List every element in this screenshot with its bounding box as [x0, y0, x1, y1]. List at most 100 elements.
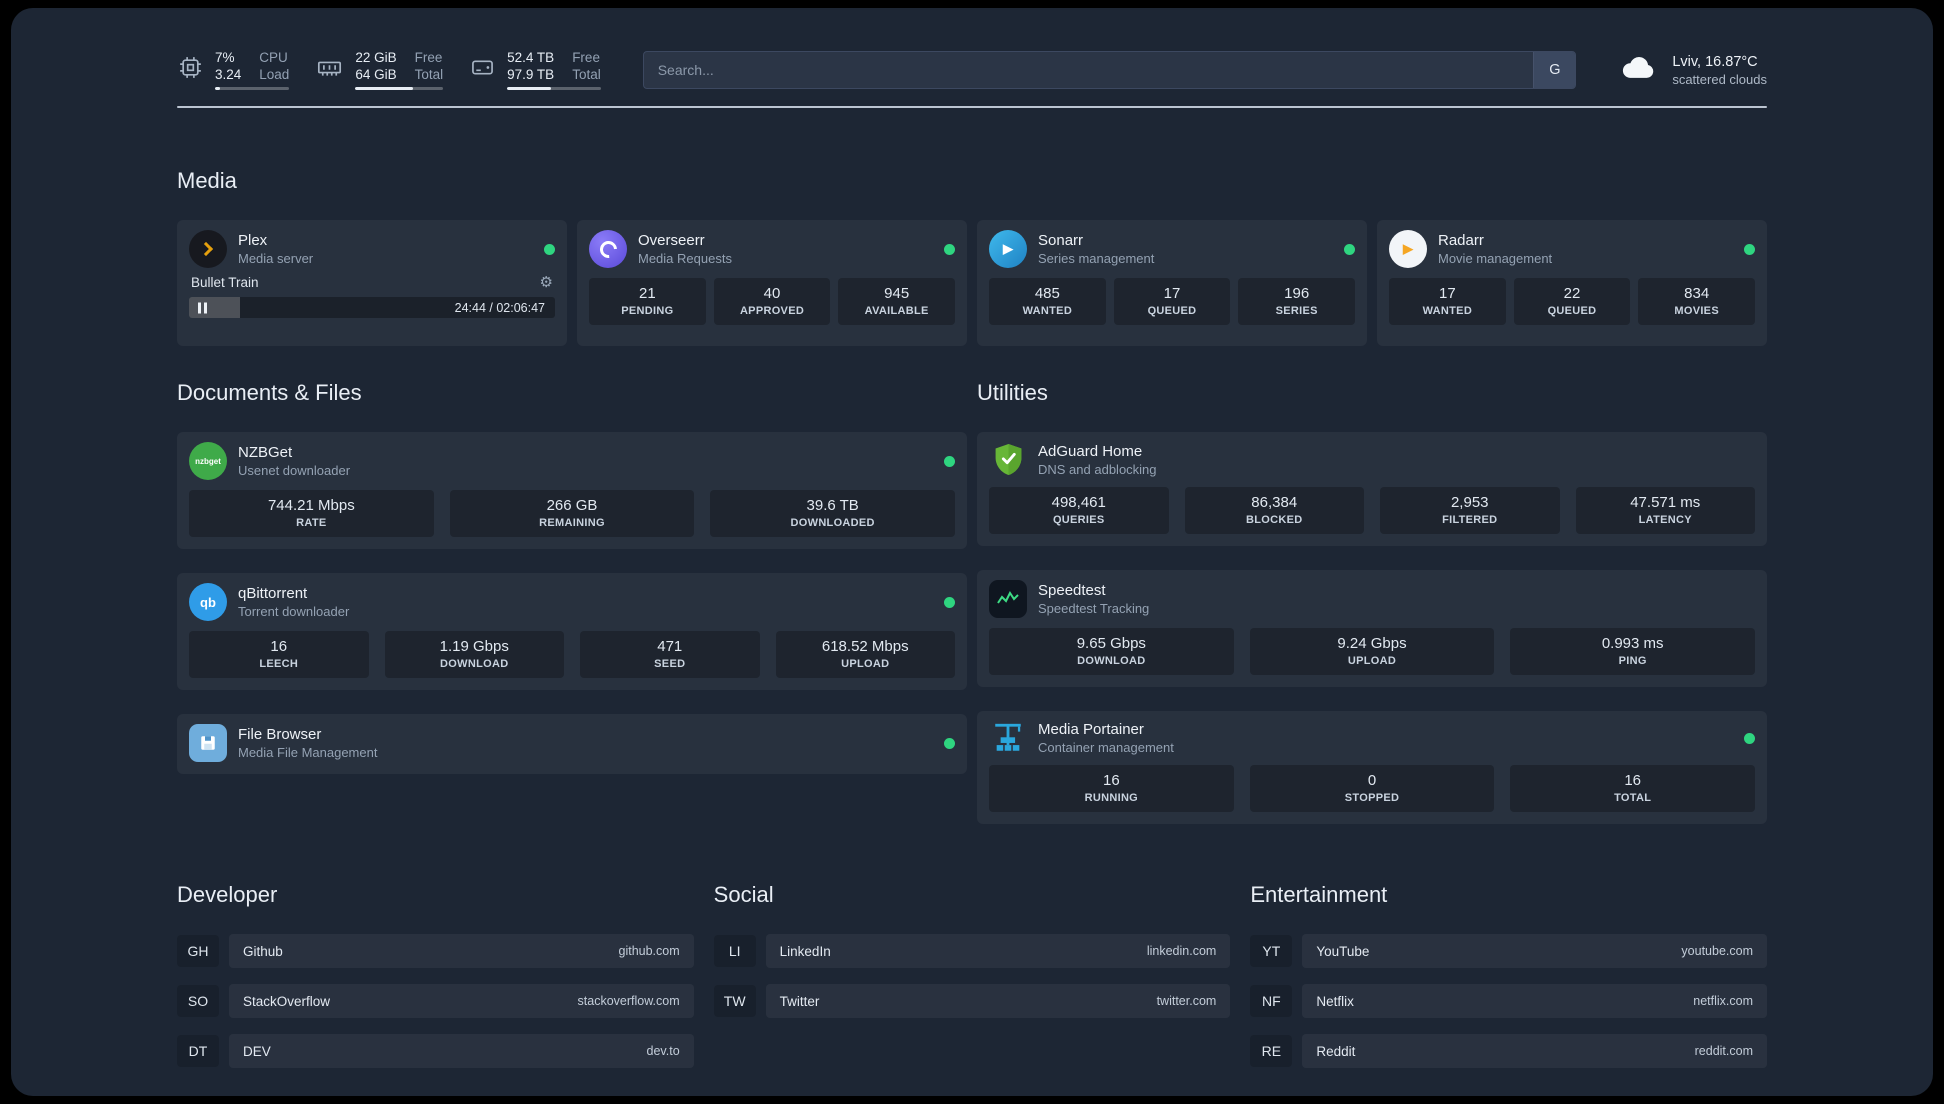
portainer-icon: [989, 721, 1027, 755]
adguard-icon: [989, 442, 1027, 477]
service-card-radarr[interactable]: ▶ Radarr Movie management 17 WANTED 22 Q…: [1377, 220, 1767, 346]
overseerr-icon: [589, 230, 627, 268]
service-title: Sonarr: [1038, 232, 1084, 249]
stat-value: 86,384: [1251, 494, 1298, 511]
playback-progress-bar[interactable]: 24:44 / 02:06:47: [189, 297, 555, 318]
search-bar: G: [642, 51, 1577, 89]
stat-label: AVAILABLE: [864, 305, 929, 317]
memory-icon: [315, 54, 344, 86]
stat-tile: 9.65 Gbps DOWNLOAD: [989, 628, 1234, 675]
stat-value: 22: [1563, 285, 1581, 302]
service-title: Overseerr: [638, 232, 705, 249]
stat-value: 945: [884, 285, 910, 302]
stat-value: 39.6 TB: [806, 497, 859, 514]
stat-tile: 16 TOTAL: [1510, 765, 1756, 812]
bookmark-group-entertainment: Entertainment YT YouTube youtube.com NF …: [1250, 882, 1767, 1084]
service-card-adguard[interactable]: AdGuard Home DNS and adblocking 498,461 …: [977, 432, 1767, 546]
memory-free-value: 22 GiB: [355, 50, 397, 65]
stat-tile: 498,461 QUERIES: [989, 487, 1169, 534]
status-dot: [1344, 243, 1355, 255]
bookmark-link-reddit[interactable]: Reddit reddit.com: [1302, 1034, 1767, 1068]
bookmark-link-linkedin[interactable]: LinkedIn linkedin.com: [765, 934, 1231, 968]
stat-value: 498,461: [1051, 494, 1106, 511]
stat-label: WANTED: [1022, 305, 1073, 317]
topbar: 7% CPU 3.24 Load 22 GiB Free 64 GiB Tota…: [177, 50, 1767, 90]
topbar-divider: [177, 106, 1767, 108]
playback-time: 24:44 / 02:06:47: [454, 300, 545, 315]
bookmark-abbr: SO: [177, 985, 219, 1017]
stat-value: 47.571 ms: [1630, 494, 1701, 511]
cpu-progress-track: [215, 87, 290, 90]
service-card-sonarr[interactable]: ▶ Sonarr Series management 485 WANTED 17…: [977, 220, 1367, 346]
dashboard: 7% CPU 3.24 Load 22 GiB Free 64 GiB Tota…: [11, 8, 1933, 1096]
service-subtitle: Torrent downloader: [238, 604, 350, 619]
search-engine-button[interactable]: G: [1533, 52, 1576, 88]
stat-label: APPROVED: [739, 305, 805, 317]
stat-tile: 17 QUEUED: [1113, 278, 1231, 325]
service-subtitle: Media File Management: [238, 745, 378, 760]
section-title-utilities: Utilities: [977, 380, 1048, 405]
stat-tile: 16 RUNNING: [989, 765, 1234, 812]
stat-label: REMAINING: [539, 517, 605, 529]
bookmark-group-developer: Developer GH Github github.com SO StackO…: [177, 882, 694, 1084]
bookmark-link-youtube[interactable]: YouTube youtube.com: [1302, 934, 1767, 968]
search-input[interactable]: [643, 52, 1534, 88]
stat-value: 1.19 Gbps: [439, 638, 509, 655]
stat-value: 17: [1163, 285, 1181, 302]
documents-files-column: Documents & Files nzbget NZBGet Usenet d…: [177, 380, 967, 824]
now-playing-widget: Bullet Train ⚙ 24:44 / 02:06:47: [189, 272, 555, 318]
bookmark-domain: dev.to: [646, 1044, 680, 1058]
stat-label: LATENCY: [1638, 514, 1692, 526]
bookmark-link-github[interactable]: Github github.com: [229, 934, 694, 968]
service-title: qBittorrent: [238, 585, 308, 602]
service-card-plex[interactable]: Plex Media server Bullet Train ⚙ 24:44 /…: [177, 220, 567, 346]
disk-total-label: Total: [572, 67, 601, 82]
stat-label: QUEUED: [1147, 305, 1197, 317]
plex-icon: [189, 230, 227, 268]
service-card-nzbget[interactable]: nzbget NZBGet Usenet downloader 744.21 M…: [177, 432, 967, 549]
stat-label: BLOCKED: [1246, 514, 1303, 526]
service-card-portainer[interactable]: Media Portainer Container management 16 …: [977, 711, 1767, 824]
memory-progress-fill: [355, 87, 414, 90]
service-subtitle: Usenet downloader: [238, 463, 351, 478]
memory-total-value: 64 GiB: [355, 67, 397, 82]
bookmark-link-netflix[interactable]: Netflix netflix.com: [1302, 984, 1767, 1018]
disk-icon: [469, 54, 496, 86]
disk-total-value: 97.9 TB: [507, 67, 555, 82]
disk-progress-track: [507, 87, 601, 90]
service-title: NZBGet: [238, 444, 293, 461]
bookmark-link-dev[interactable]: DEV dev.to: [229, 1034, 694, 1068]
stat-value: 471: [657, 638, 683, 655]
bookmark-abbr: GH: [177, 935, 219, 967]
bookmark-link-stackoverflow[interactable]: StackOverflow stackoverflow.com: [229, 984, 694, 1018]
service-card-qbittorrent[interactable]: qb qBittorrent Torrent downloader 16 LEE…: [177, 573, 967, 690]
bookmark-domain: netflix.com: [1693, 994, 1753, 1008]
stat-tile: 0.993 ms PING: [1510, 628, 1756, 675]
stat-label: TOTAL: [1614, 792, 1652, 804]
stat-tile: 2,953 FILTERED: [1380, 487, 1560, 534]
bookmark-name: Twitter: [779, 993, 820, 1009]
session-gear-icon[interactable]: ⚙: [540, 275, 553, 290]
stat-value: 21: [638, 285, 656, 302]
stat-value: 17: [1438, 285, 1456, 302]
status-dot: [544, 243, 555, 255]
service-title: Radarr: [1438, 232, 1484, 249]
stat-tile: 471 SEED: [580, 631, 760, 678]
stat-tile: 40 APPROVED: [713, 278, 831, 325]
stat-label: PING: [1618, 655, 1647, 667]
service-card-overseerr[interactable]: Overseerr Media Requests 21 PENDING 40 A…: [577, 220, 967, 346]
stat-label: PENDING: [621, 305, 674, 317]
bookmark-name: YouTube: [1316, 943, 1370, 959]
stat-value: 16: [1624, 772, 1642, 789]
memory-progress-track: [355, 87, 444, 90]
service-subtitle: DNS and adblocking: [1038, 461, 1157, 477]
pause-icon[interactable]: [198, 302, 207, 313]
stat-label: DOWNLOAD: [440, 658, 509, 670]
service-card-speedtest[interactable]: Speedtest Speedtest Tracking 9.65 Gbps D…: [977, 570, 1767, 687]
status-dot: [944, 455, 955, 467]
service-title: Media Portainer: [1038, 721, 1144, 738]
service-card-filebrowser[interactable]: File Browser Media File Management: [177, 714, 967, 774]
bookmark-link-twitter[interactable]: Twitter twitter.com: [765, 984, 1231, 1018]
stat-label: UPLOAD: [1347, 655, 1397, 667]
stat-value: 266 GB: [546, 497, 598, 514]
